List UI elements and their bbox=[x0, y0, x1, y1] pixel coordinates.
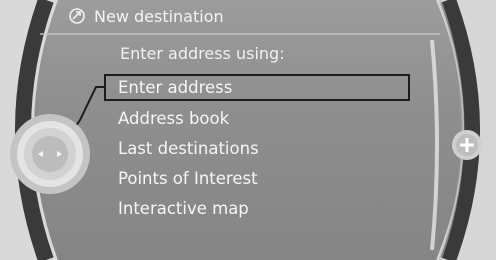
menu-item-interactive-map[interactable]: Interactive map bbox=[118, 197, 408, 221]
scroll-track[interactable] bbox=[430, 40, 444, 250]
page-title: New destination bbox=[94, 6, 224, 26]
plus-icon[interactable] bbox=[450, 128, 484, 162]
menu-item-points-of-interest[interactable]: Points of Interest bbox=[118, 167, 408, 191]
menu-item-enter-address[interactable]: Enter address bbox=[118, 76, 408, 100]
idrive-screen: New destination Enter address using: Ent… bbox=[0, 0, 496, 260]
controller-knob-icon[interactable] bbox=[8, 112, 92, 196]
menu-item-last-destinations[interactable]: Last destinations bbox=[118, 137, 408, 161]
navigation-target-icon bbox=[68, 7, 86, 25]
menu-subtitle: Enter address using: bbox=[120, 44, 285, 63]
header-divider bbox=[40, 33, 440, 35]
menu-header: New destination bbox=[50, 2, 460, 30]
menu-item-address-book[interactable]: Address book bbox=[118, 107, 408, 131]
